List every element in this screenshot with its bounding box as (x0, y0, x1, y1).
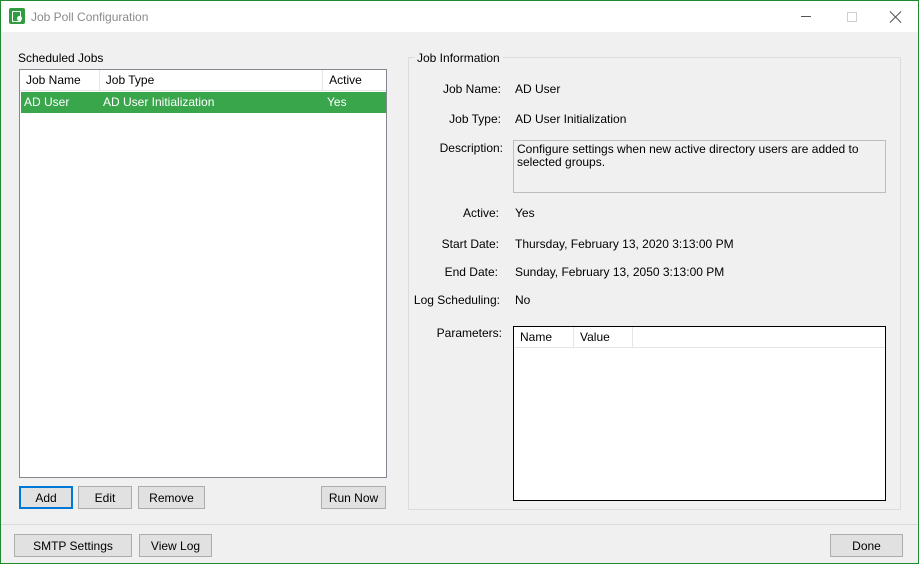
description-field: Configure settings when new active direc… (513, 140, 886, 193)
column-header-name[interactable]: Name (514, 327, 574, 347)
list-header: Job Name Job Type Active (20, 70, 386, 91)
job-name-value: AD User (515, 82, 561, 96)
window-title: Job Poll Configuration (31, 10, 149, 24)
maximize-button (829, 1, 875, 32)
close-button[interactable] (873, 1, 919, 32)
column-header-active[interactable]: Active (323, 70, 386, 91)
scheduled-jobs-label: Scheduled Jobs (18, 51, 104, 65)
job-type-value: AD User Initialization (515, 112, 627, 126)
job-poll-configuration-window: Job Poll Configuration Scheduled Jobs Jo… (0, 0, 919, 564)
parameters-label: Parameters: (436, 326, 502, 340)
job-type-label: Job Type: (449, 112, 501, 126)
close-icon (890, 11, 902, 23)
parameters-list[interactable]: Name Value (513, 326, 886, 501)
log-scheduling-label: Log Scheduling: (413, 293, 500, 307)
table-row[interactable]: AD User AD User Initialization Yes (21, 92, 386, 113)
edit-button[interactable]: Edit (78, 486, 132, 509)
title-bar: Job Poll Configuration (1, 1, 918, 32)
column-header-value[interactable]: Value (574, 327, 633, 347)
column-header-job-name[interactable]: Job Name (20, 70, 100, 91)
add-button[interactable]: Add (19, 486, 73, 509)
start-date-value: Thursday, February 13, 2020 3:13:00 PM (515, 237, 734, 251)
app-icon (9, 8, 25, 24)
scheduled-jobs-list[interactable]: Job Name Job Type Active AD User AD User… (19, 69, 387, 478)
footer-divider (1, 524, 918, 525)
log-scheduling-value: No (515, 293, 531, 307)
smtp-settings-button[interactable]: SMTP Settings (14, 534, 132, 557)
column-header-job-type[interactable]: Job Type (100, 70, 324, 91)
remove-button[interactable]: Remove (138, 486, 205, 509)
run-now-button[interactable]: Run Now (321, 486, 386, 509)
start-date-label: Start Date: (441, 237, 499, 251)
end-date-value: Sunday, February 13, 2050 3:13:00 PM (515, 265, 725, 279)
view-log-button[interactable]: View Log (139, 534, 212, 557)
job-type-cell: AD User Initialization (103, 95, 215, 109)
parameters-header: Name Value (514, 327, 885, 348)
maximize-icon (847, 11, 857, 22)
active-value: Yes (515, 206, 535, 220)
end-date-label: End Date: (444, 265, 498, 279)
job-information-title: Job Information (414, 51, 503, 65)
active-label: Active: (462, 206, 499, 220)
minimize-button[interactable] (783, 1, 829, 32)
minimize-icon (801, 16, 811, 17)
job-name-cell: AD User (24, 95, 70, 109)
description-label: Description: (439, 141, 503, 155)
done-button[interactable]: Done (830, 534, 903, 557)
job-name-label: Job Name: (442, 82, 501, 96)
active-cell: Yes (327, 95, 347, 109)
